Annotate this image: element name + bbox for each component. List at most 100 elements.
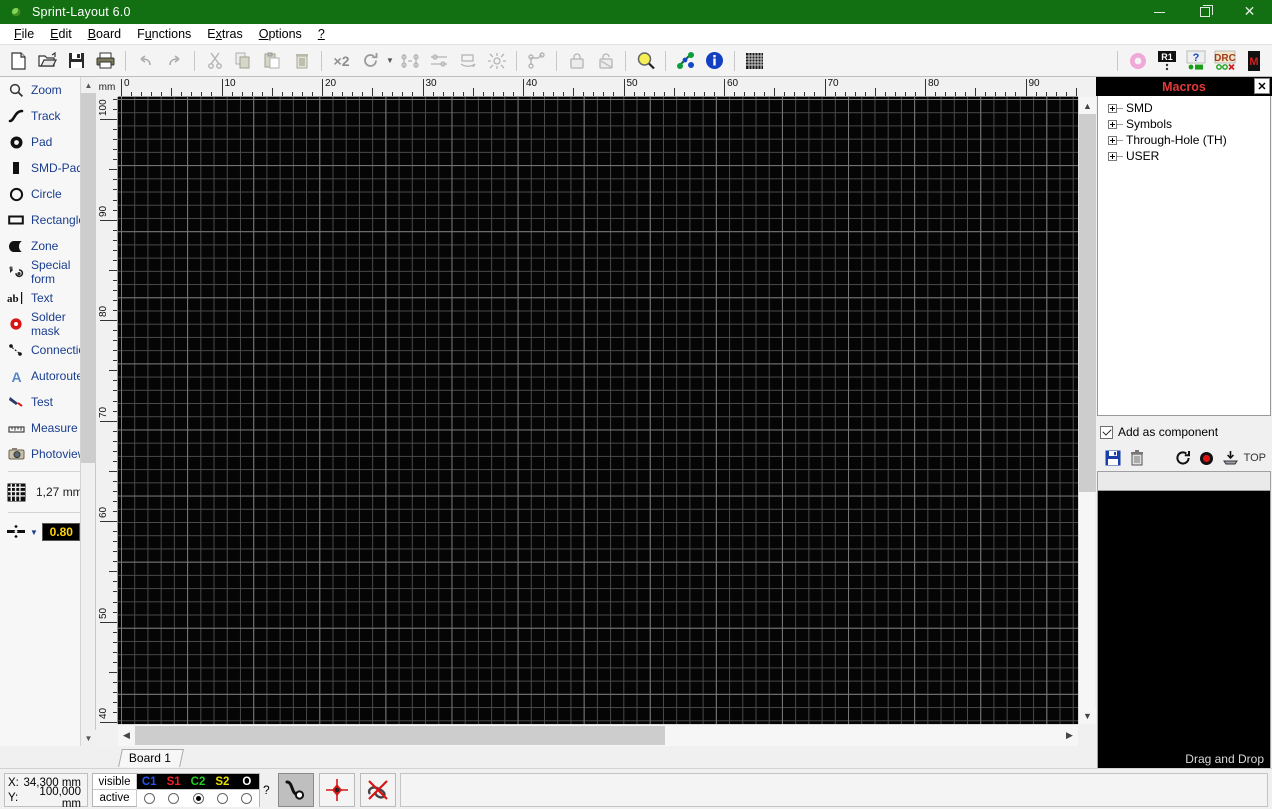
canvas-horizontal-scrollbar[interactable]: ◀ ▶	[118, 724, 1078, 746]
delete-icon[interactable]	[288, 48, 315, 74]
tree-item-smd[interactable]: SMD	[1100, 100, 1268, 116]
layer-active-c1[interactable]	[137, 790, 161, 807]
layer-active-c2[interactable]	[186, 790, 210, 807]
info-icon[interactable]	[701, 48, 728, 74]
open-file-icon[interactable]	[34, 48, 61, 74]
center-icon[interactable]	[483, 48, 510, 74]
minimize-button[interactable]	[1137, 0, 1182, 24]
measure-m-icon[interactable]: M	[1240, 48, 1267, 74]
layer-active-o[interactable]	[235, 790, 259, 807]
node-edit-icon[interactable]	[523, 48, 550, 74]
pad-wizard-icon[interactable]	[1124, 48, 1151, 74]
save-macro-icon[interactable]	[1101, 447, 1125, 469]
sidebar-scroll-down-icon[interactable]: ▼	[81, 730, 96, 746]
flip-layer-icon[interactable]	[454, 48, 481, 74]
undo-icon[interactable]	[132, 48, 159, 74]
layer-active-s2[interactable]	[210, 790, 234, 807]
pcb-board-canvas[interactable]	[118, 97, 1078, 724]
tree-item-symbols[interactable]: Symbols	[1100, 116, 1268, 132]
layer-visible-s1[interactable]: S1	[161, 774, 185, 789]
rotate-macro-icon[interactable]	[1171, 447, 1195, 469]
sidebar-scroll-up-icon[interactable]: ▲	[81, 77, 96, 93]
add-as-component-checkbox[interactable]	[1100, 425, 1113, 439]
rotate-dropdown-arrow-icon[interactable]: ▼	[385, 48, 395, 74]
unlock-icon[interactable]	[592, 48, 619, 74]
help-question-icon[interactable]: ?	[1182, 48, 1209, 74]
snap-crosshair-button[interactable]	[319, 773, 355, 807]
redo-icon[interactable]	[161, 48, 188, 74]
sidebar-scrollbar[interactable]: ▲ ▼	[80, 77, 96, 746]
paste-icon[interactable]	[259, 48, 286, 74]
duplicate-x2-icon[interactable]: ×2	[328, 48, 355, 74]
ruler-label: 40	[98, 707, 109, 720]
tree-item-user[interactable]: USER	[1100, 148, 1268, 164]
macro-preview-area[interactable]: Drag and Drop	[1097, 491, 1271, 771]
layer-visible-s2[interactable]: S2	[210, 774, 234, 789]
menu-board[interactable]: Board	[80, 25, 129, 43]
canvas-hscroll-thumb[interactable]	[135, 726, 665, 745]
copy-icon[interactable]	[230, 48, 257, 74]
ruler-tick	[271, 88, 273, 96]
ruler-tick	[874, 88, 876, 96]
delete-macro-icon[interactable]	[1125, 447, 1149, 469]
layer-help-icon[interactable]: ?	[263, 783, 270, 797]
lock-icon[interactable]	[563, 48, 590, 74]
sidebar-divider-1	[8, 471, 87, 472]
expander-plus-icon[interactable]	[1108, 119, 1117, 129]
layer-active-s1[interactable]	[161, 790, 185, 807]
tab-board-1[interactable]: Board 1	[118, 749, 184, 767]
print-icon[interactable]	[92, 48, 119, 74]
canvas-scroll-right-icon[interactable]: ▶	[1061, 725, 1078, 746]
ruler-label: 30	[425, 78, 437, 89]
menu-functions[interactable]: Functions	[129, 25, 199, 43]
ruler-tick	[121, 79, 122, 96]
tree-item-through-hole[interactable]: Through-Hole (TH)	[1100, 132, 1268, 148]
designator-r1-icon[interactable]: R1	[1153, 48, 1180, 74]
layer-visible-c2[interactable]: C2	[186, 774, 210, 789]
layer-visible-o[interactable]: O	[235, 774, 259, 789]
canvas-vertical-scrollbar[interactable]: ▲ ▼	[1078, 97, 1096, 724]
trace-width-value[interactable]: 0.80	[41, 523, 80, 541]
record-macro-icon[interactable]	[1195, 447, 1219, 469]
menu-edit[interactable]: Edit	[42, 25, 80, 43]
macros-tree[interactable]: SMD Symbols Through-Hole (TH) USER	[1097, 96, 1271, 416]
canvas-vscroll-thumb[interactable]	[1079, 114, 1096, 492]
expander-plus-icon[interactable]	[1108, 103, 1117, 113]
layer-visible-c1[interactable]: C1	[137, 774, 161, 789]
align-icon[interactable]	[425, 48, 452, 74]
horizontal-ruler[interactable]: 0 10 20 30 40 50 60 70 80 90	[118, 77, 1078, 97]
component-icon[interactable]	[672, 48, 699, 74]
close-button[interactable]: ✕	[1227, 0, 1272, 24]
drc-icon[interactable]: DRC	[1211, 48, 1238, 74]
zoom-icon[interactable]	[632, 48, 659, 74]
canvas-scroll-down-icon[interactable]: ▼	[1079, 707, 1096, 724]
smd-pad-icon	[6, 158, 26, 178]
ruler-tick	[372, 88, 374, 96]
expander-plus-icon[interactable]	[1108, 135, 1117, 145]
expander-plus-icon[interactable]	[1108, 151, 1117, 161]
trace-width-dropdown-arrow-icon[interactable]: ▼	[30, 528, 38, 537]
macros-close-icon[interactable]: ✕	[1254, 78, 1270, 94]
maximize-button[interactable]	[1182, 0, 1227, 24]
track-mode-button[interactable]	[278, 773, 314, 807]
add-as-component-row[interactable]: Add as component	[1100, 425, 1218, 439]
status-bar: X: 34,300 mm Y: 100,000 mm visible activ…	[0, 768, 1272, 809]
rotate-icon[interactable]	[357, 48, 384, 74]
vertical-ruler[interactable]: 40 50 60 70 80 90 100	[96, 97, 118, 724]
ground-plane-icon[interactable]	[741, 48, 768, 74]
mirror-horizontal-icon[interactable]	[396, 48, 423, 74]
no-loop-button[interactable]	[360, 773, 396, 807]
place-macro-icon[interactable]	[1219, 447, 1243, 469]
ruler-tick	[824, 79, 826, 96]
menu-help[interactable]: ?	[310, 25, 333, 43]
canvas-scroll-left-icon[interactable]: ◀	[118, 725, 135, 746]
sidebar-scroll-thumb[interactable]	[81, 93, 96, 463]
new-file-icon[interactable]	[5, 48, 32, 74]
cut-icon[interactable]	[201, 48, 228, 74]
save-file-icon[interactable]	[63, 48, 90, 74]
canvas-scroll-up-icon[interactable]: ▲	[1079, 97, 1096, 114]
menu-file[interactable]: File	[6, 25, 42, 43]
menu-extras[interactable]: Extras	[199, 25, 250, 43]
menu-options[interactable]: Options	[251, 25, 310, 43]
circle-icon	[6, 184, 26, 204]
